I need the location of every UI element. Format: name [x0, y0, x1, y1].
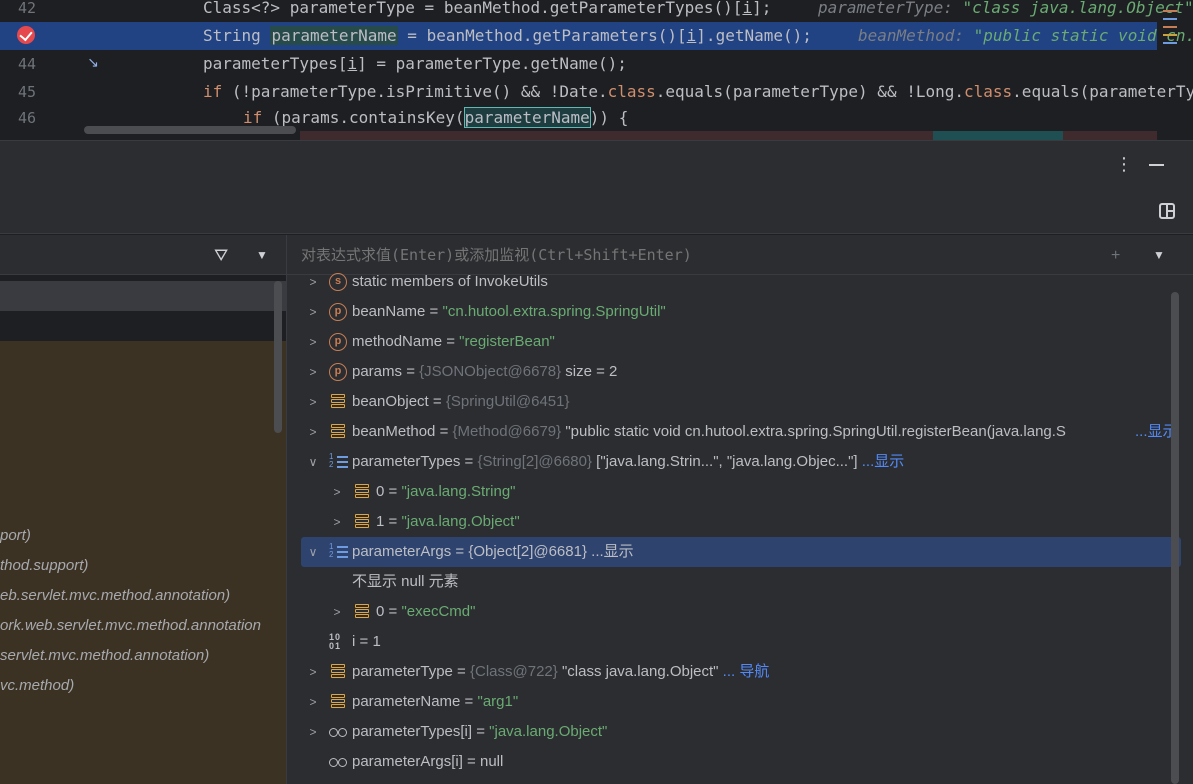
frames-scrollbar[interactable]	[274, 281, 282, 433]
step-into-arrow-icon[interactable]: ↘	[80, 50, 106, 74]
array-icon: 12	[329, 453, 348, 471]
chevron-right-icon[interactable]: >	[306, 357, 320, 387]
more-options-icon[interactable]: ⋮	[1114, 153, 1134, 175]
code-text: if (!parameterType.isPrimitive() && !Dat…	[203, 82, 1193, 101]
frame-row[interactable]: vc.method)	[0, 671, 74, 701]
field-icon	[353, 513, 371, 531]
chevron-right-icon[interactable]: >	[306, 327, 320, 357]
usage-highlight	[933, 131, 1063, 140]
line-number: 42	[17, 0, 36, 17]
code-text: String parameterName = beanMethod.getPar…	[203, 26, 812, 45]
static-icon: s	[329, 273, 347, 291]
chevron-down-icon[interactable]: ▼	[1153, 246, 1169, 264]
variable-row-i[interactable]: 10 01 i = 1	[287, 627, 1167, 657]
chevron-down-icon[interactable]: ∨	[306, 537, 320, 567]
code-line-43-current[interactable]: String parameterName = beanMethod.getPar…	[0, 22, 1193, 50]
parameter-icon: p	[329, 333, 347, 351]
evaluate-expression-input[interactable]	[301, 245, 1101, 265]
layout-settings-icon[interactable]	[1159, 203, 1175, 219]
chevron-down-icon[interactable]: ▼	[256, 246, 272, 264]
code-line-44[interactable]: 44 parameterTypes[i] = parameterType.get…	[0, 50, 1157, 78]
variable-row-args-element-0[interactable]: > 0 = "execCmd"	[287, 597, 1167, 627]
code-editor[interactable]: 42 Class<?> parameterType = beanMethod.g…	[0, 0, 1193, 140]
chevron-right-icon[interactable]: >	[330, 477, 344, 507]
editor-horizontal-scrollbar[interactable]	[84, 126, 296, 134]
variable-row-beanObject[interactable]: > beanObject = {SpringUtil@6451}	[287, 387, 1167, 417]
watch-row-parameterArgs-i[interactable]: parameterArgs[i] = null	[287, 747, 1167, 777]
code-line-45[interactable]: 45 if (!parameterType.isPrimitive() && !…	[0, 78, 1193, 106]
frames-header: ⛛ ▼	[0, 235, 286, 275]
watch-icon	[329, 723, 347, 741]
parameter-icon: p	[329, 303, 347, 321]
frame-row[interactable]: servlet.mvc.method.annotation)	[0, 641, 209, 671]
frame-row[interactable]: eb.servlet.mvc.method.annotation)	[0, 581, 230, 611]
variables-panel: + ▼ > s static members of InvokeUtils > …	[287, 235, 1193, 784]
chevron-right-icon[interactable]: >	[330, 507, 344, 537]
variable-row-beanName[interactable]: > p beanName = "cn.hutool.extra.spring.S…	[287, 297, 1167, 327]
watch-row-parameterTypes-i[interactable]: > parameterTypes[i] = "java.lang.Object"	[287, 717, 1167, 747]
line-number: 46	[17, 109, 36, 127]
frame-row-selected[interactable]	[0, 281, 286, 311]
chevron-right-icon[interactable]: >	[306, 417, 320, 447]
line-number: 44	[17, 55, 36, 73]
breakpoint-icon[interactable]	[17, 26, 35, 44]
filter-icon[interactable]: ⛛	[214, 247, 232, 265]
code-text: if (params.containsKey(parameterName)) {	[243, 107, 629, 128]
variable-row-parameterArgs[interactable]: ∨ 12 parameterArgs = {Object[2]@6681} ..…	[301, 537, 1181, 567]
variable-row-parameterName[interactable]: > parameterName = "arg1"	[287, 687, 1167, 717]
chevron-right-icon[interactable]: >	[306, 657, 320, 687]
chevron-right-icon[interactable]: >	[306, 387, 320, 417]
debug-toolbar	[0, 187, 1193, 234]
variable-row-methodName[interactable]: > p methodName = "registerBean"	[287, 327, 1167, 357]
error-stripe-markers[interactable]	[1163, 10, 1177, 90]
chevron-right-icon[interactable]: >	[306, 297, 320, 327]
variable-row-parameterType[interactable]: > parameterType = {Class@722} "class jav…	[287, 657, 1167, 687]
field-icon	[353, 483, 371, 501]
inline-value-hint: beanMethod: "public static void cn.hutoo…	[858, 26, 1193, 45]
chevron-right-icon[interactable]: >	[306, 267, 320, 297]
frame-row[interactable]: thod.support)	[0, 551, 88, 581]
code-text: Class<?> parameterType = beanMethod.getP…	[203, 0, 772, 17]
field-icon	[329, 693, 347, 711]
chevron-right-icon[interactable]: >	[306, 687, 320, 717]
variable-row-params[interactable]: > p params = {JSONObject@6678} size = 2	[287, 357, 1167, 387]
field-icon	[329, 423, 347, 441]
show-more-link[interactable]: ...显示	[858, 453, 905, 470]
variables-scrollbar[interactable]	[1171, 292, 1179, 784]
frame-row[interactable]: port)	[0, 521, 31, 551]
navigate-link[interactable]: ... 导航	[719, 663, 770, 680]
code-text: parameterTypes[i] = parameterType.getNam…	[203, 54, 627, 73]
field-icon	[329, 663, 347, 681]
array-icon: 12	[329, 543, 348, 561]
minimize-icon[interactable]	[1147, 154, 1165, 174]
chevron-down-icon[interactable]: ∨	[306, 447, 320, 477]
primitive-icon: 10 01	[329, 632, 342, 651]
frames-panel: ⛛ ▼ port) thod.support) eb.servlet.mvc.m…	[0, 235, 286, 784]
chevron-right-icon[interactable]: >	[306, 717, 320, 747]
debug-toolwindow-header	[0, 141, 1193, 187]
variable-row-static-members[interactable]: > s static members of InvokeUtils	[287, 267, 1167, 297]
field-icon	[353, 603, 371, 621]
show-more-link[interactable]: ...显示	[587, 543, 634, 560]
null-elements-hidden-note: 不显示 null 元素	[352, 573, 459, 590]
variable-row-beanMethod[interactable]: > beanMethod = {Method@6679} "public sta…	[287, 417, 1177, 447]
line-number: 45	[17, 83, 36, 101]
add-watch-icon[interactable]: +	[1111, 245, 1133, 267]
variable-row-element-1[interactable]: > 1 = "java.lang.Object"	[287, 507, 1167, 537]
variable-row-parameterTypes[interactable]: ∨ 12 parameterTypes = {String[2]@6680} […	[287, 447, 1167, 477]
watch-icon	[329, 753, 347, 771]
chevron-right-icon[interactable]: >	[330, 597, 344, 627]
variable-row-element-0[interactable]: > 0 = "java.lang.String"	[287, 477, 1167, 507]
frame-row[interactable]: ork.web.servlet.mvc.method.annotation	[0, 611, 261, 641]
field-icon	[329, 393, 347, 411]
code-line-42[interactable]: 42 Class<?> parameterType = beanMethod.g…	[0, 0, 1193, 22]
parameter-icon: p	[329, 363, 347, 381]
inline-value-hint: parameterType: "class java.lang.Object"	[818, 0, 1193, 17]
